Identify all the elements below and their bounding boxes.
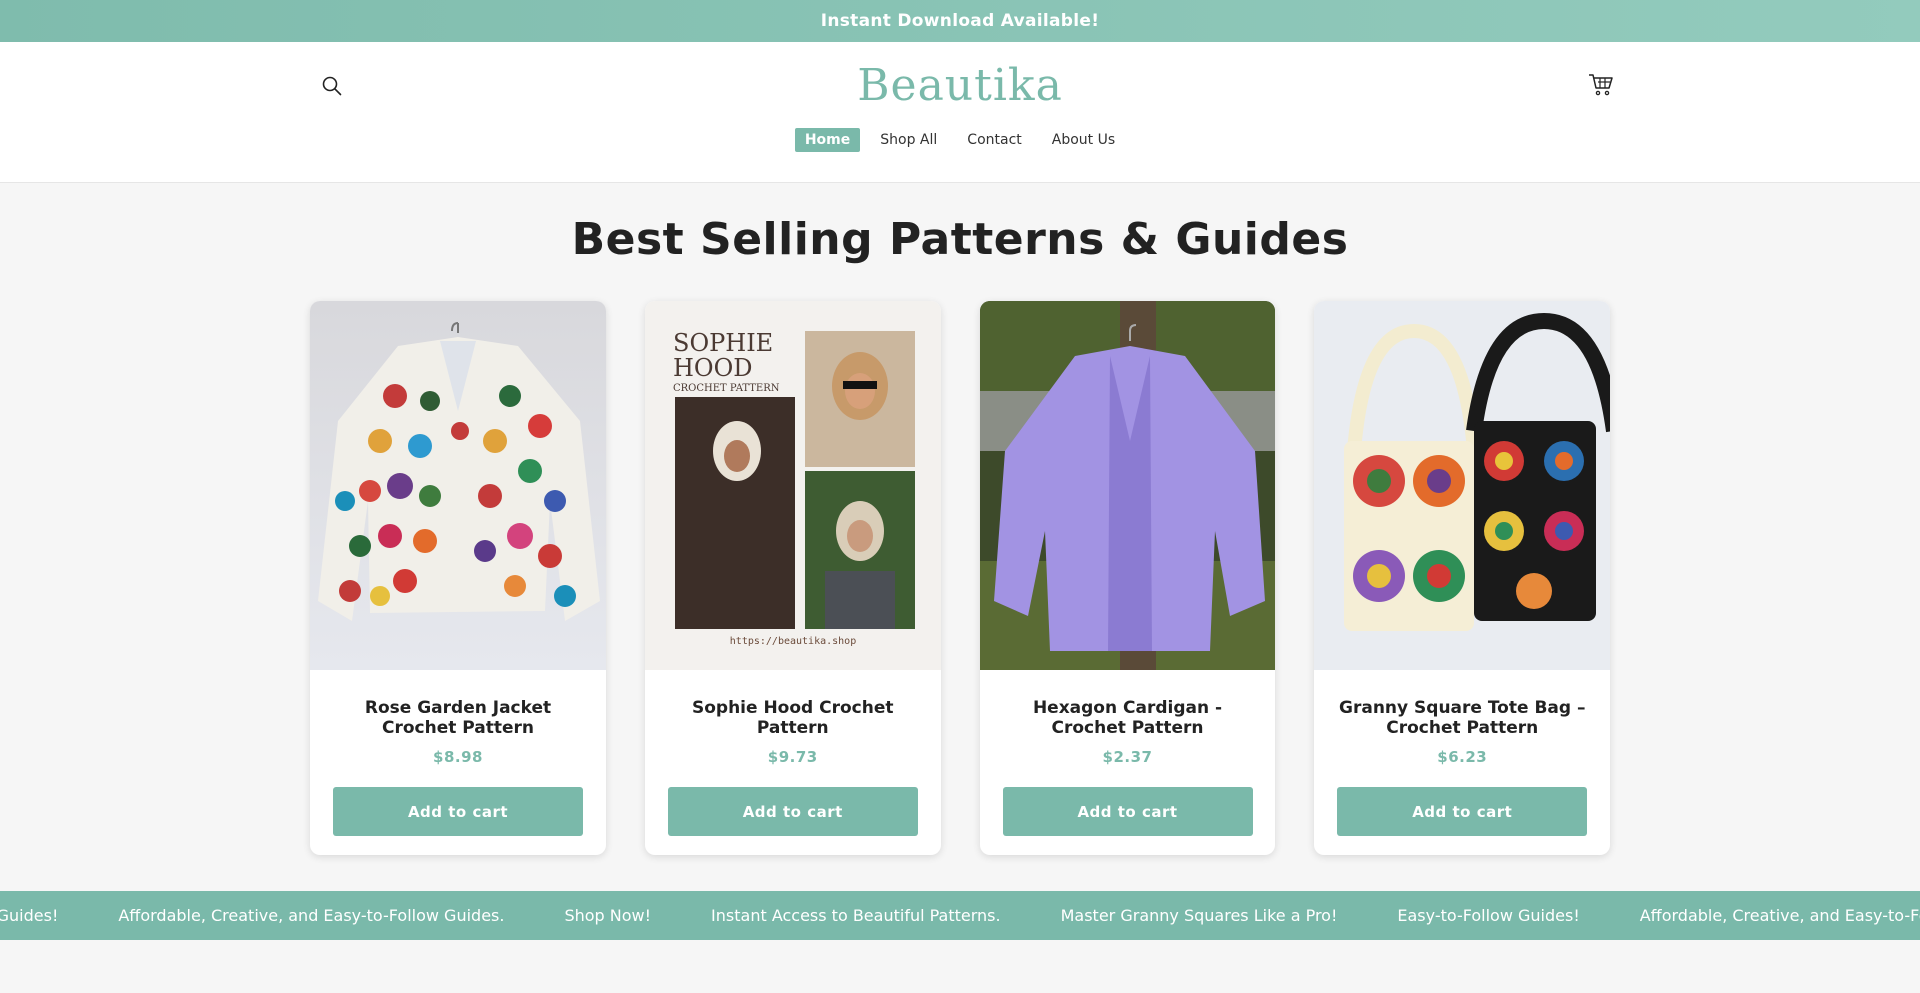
nav-shop-all[interactable]: Shop All — [870, 128, 947, 152]
product-title[interactable]: Granny Square Tote Bag – Crochet Pattern — [1314, 698, 1610, 738]
product-info: Granny Square Tote Bag – Crochet Pattern… — [1314, 670, 1610, 855]
product-price: $6.23 — [1437, 748, 1488, 766]
banner-item: Affordable, Creative, and Easy-to-Follow… — [1639, 906, 1920, 925]
product-card: Granny Square Tote Bag – Crochet Pattern… — [1314, 301, 1610, 855]
product-card: SOPHIE HOOD CROCHET PATTERN https://beau… — [644, 301, 941, 855]
add-to-cart-button[interactable]: Add to cart — [1002, 787, 1253, 836]
collage-url: https://beautika.shop — [730, 636, 856, 647]
product-title[interactable]: Rose Garden Jacket Crochet Pattern — [310, 698, 606, 738]
lilac-cardigan-image — [979, 301, 1276, 670]
product-card: Rose Garden Jacket Crochet Pattern $8.98… — [310, 301, 606, 855]
nav-contact[interactable]: Contact — [957, 128, 1031, 152]
product-info: Sophie Hood Crochet Pattern $9.73 Add to… — [645, 670, 941, 855]
banner-item: Instant Access to Beautiful Patterns. — [711, 906, 1001, 925]
main-nav: Home Shop All Contact About Us — [0, 128, 1920, 152]
section-title: Best Selling Patterns & Guides — [571, 214, 1349, 265]
product-info: Rose Garden Jacket Crochet Pattern $8.98… — [310, 670, 606, 855]
banner-item: Affordable, Creative, and Easy-to-Follow… — [118, 906, 505, 925]
product-price: $9.73 — [767, 748, 818, 766]
product-price: $8.98 — [433, 748, 483, 766]
announcement-text: Instant Download Available! — [820, 11, 1100, 31]
product-title[interactable]: Hexagon Cardigan - Crochet Pattern — [980, 698, 1276, 738]
banner-item: Easy-to-Follow Guides! — [0, 906, 59, 925]
product-image[interactable] — [979, 301, 1276, 670]
product-image[interactable]: SOPHIE HOOD CROCHET PATTERN https://beau… — [644, 301, 941, 670]
add-to-cart-button[interactable]: Add to cart — [333, 787, 583, 836]
product-price: $2.37 — [1102, 748, 1153, 766]
nav-about-us[interactable]: About Us — [1042, 128, 1125, 152]
cardigan-with-flowers-image — [310, 301, 606, 670]
site-logo[interactable]: Beautika — [0, 60, 1920, 111]
banner-item: Shop Now! — [564, 906, 652, 925]
granny-square-bags-image — [1314, 301, 1610, 670]
product-info: Hexagon Cardigan - Crochet Pattern $2.37… — [980, 670, 1276, 855]
add-to-cart-button[interactable]: Add to cart — [667, 787, 918, 836]
announcement-bar: Instant Download Available! — [0, 0, 1920, 42]
site-header: Beautika Home Shop All Contact About Us — [0, 42, 1920, 183]
product-grid: Rose Garden Jacket Crochet Pattern $8.98… — [310, 301, 1610, 856]
banner-item: Easy-to-Follow Guides! — [1397, 906, 1580, 925]
product-card: Hexagon Cardigan - Crochet Pattern $2.37… — [979, 301, 1276, 855]
product-image[interactable] — [1314, 301, 1610, 670]
product-image[interactable] — [310, 301, 606, 670]
collage-title-line2: HOOD — [673, 354, 753, 382]
collage-subtitle: CROCHET PATTERN — [673, 383, 780, 394]
scrolling-banner-track: Easy-to-Follow Guides! Affordable, Creat… — [0, 906, 1920, 925]
product-title[interactable]: Sophie Hood Crochet Pattern — [645, 698, 941, 738]
nav-home[interactable]: Home — [794, 128, 861, 152]
add-to-cart-button[interactable]: Add to cart — [1337, 787, 1588, 836]
sophie-hood-collage-image: SOPHIE HOOD CROCHET PATTERN https://beau… — [644, 301, 941, 670]
scrolling-banner: Easy-to-Follow Guides! Affordable, Creat… — [0, 891, 1920, 940]
cart-icon — [1589, 74, 1613, 96]
cart-button[interactable] — [1586, 70, 1616, 100]
collage-title-line1: SOPHIE — [673, 329, 773, 357]
banner-item: Master Granny Squares Like a Pro! — [1060, 906, 1338, 925]
